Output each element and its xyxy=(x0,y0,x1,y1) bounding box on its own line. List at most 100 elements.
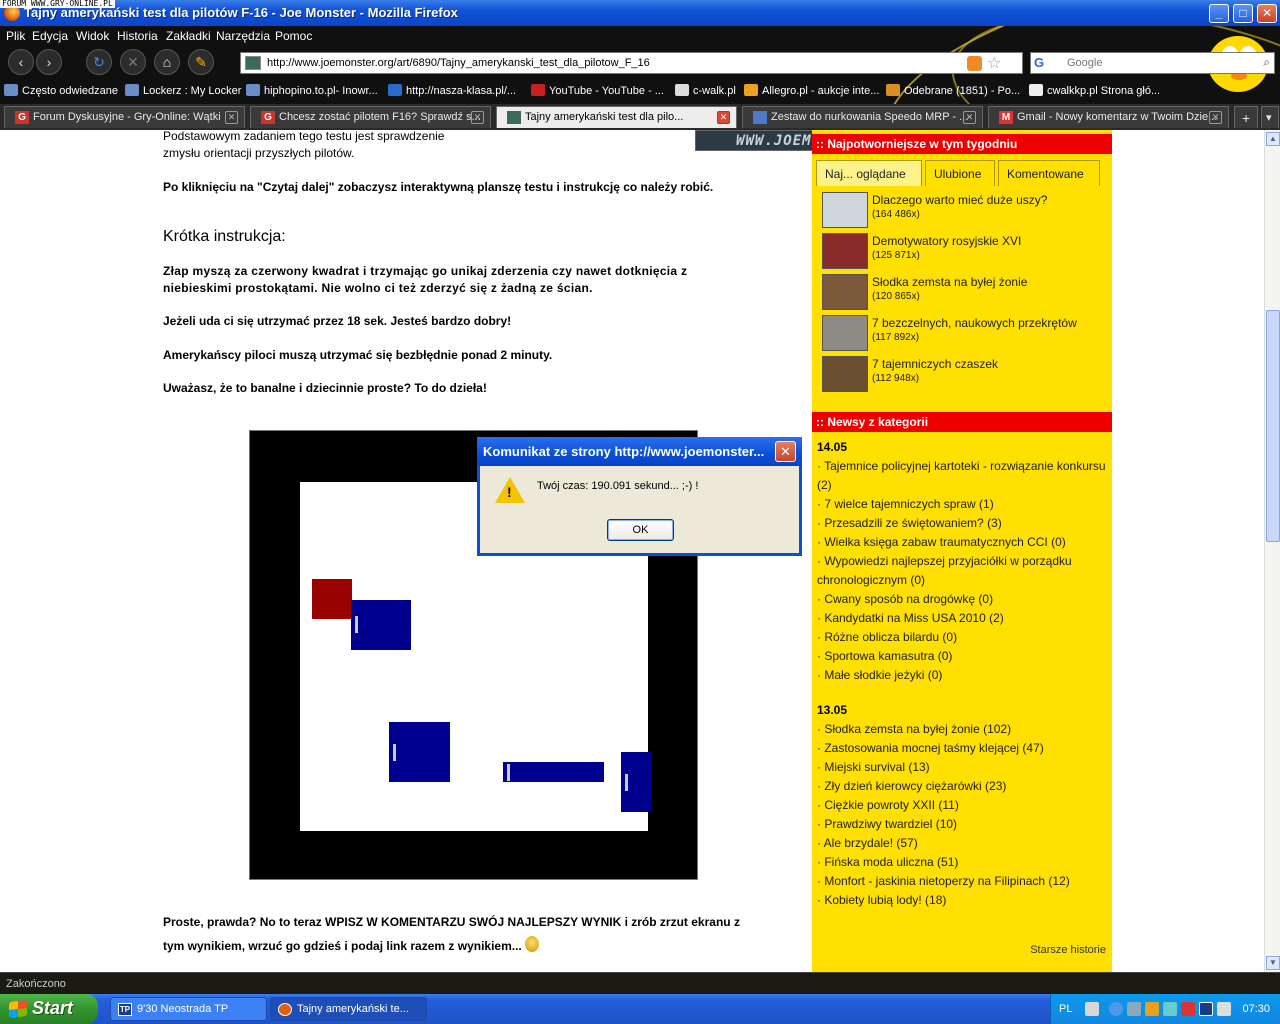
url-input[interactable] xyxy=(267,55,957,71)
article-thumbnail[interactable] xyxy=(822,192,868,228)
chevron-left-icon[interactable] xyxy=(1109,1002,1123,1016)
start-button[interactable]: Start xyxy=(0,994,98,1024)
news-link[interactable]: · Cwany sposób na drogówkę (0) xyxy=(817,590,1107,609)
back-arrow-icon[interactable]: ‹ xyxy=(8,49,34,75)
popular-title[interactable]: 7 bezczelnych, naukowych przekrętów xyxy=(872,316,1077,330)
shield-icon[interactable] xyxy=(1181,1002,1195,1016)
news-link[interactable]: · Miejski survival (13) xyxy=(817,758,1107,777)
close-window-button[interactable]: ✕ xyxy=(1257,4,1277,23)
popular-item[interactable]: Dlaczego warto mieć duże uszy? (164 486x… xyxy=(822,192,1108,230)
menu-history[interactable]: Historia xyxy=(117,29,158,43)
taskbar-item-neostrada[interactable]: TP 9'30 Neostrada TP xyxy=(110,997,267,1021)
dialog-close-icon[interactable]: ✕ xyxy=(775,441,796,462)
language-indicator[interactable]: PL xyxy=(1059,1003,1072,1015)
article-thumbnail[interactable] xyxy=(822,315,868,351)
minimize-button[interactable]: _ xyxy=(1209,4,1229,23)
close-tab-icon[interactable]: ✕ xyxy=(963,111,976,124)
tab-gry-online-forum[interactable]: G Forum Dyskusyjne - Gry-Online: Wątki ✕ xyxy=(4,106,245,128)
new-tab-button[interactable]: + xyxy=(1234,106,1258,128)
news-link[interactable]: · Zły dzień kierowcy ciężarówki (23) xyxy=(817,777,1107,796)
tab-speedo[interactable]: Zestaw do nurkowania Speedo MRP - ... ✕ xyxy=(742,106,983,128)
popular-item[interactable]: 7 tajemniczych czaszek (112 948x) xyxy=(822,356,1108,394)
vertical-scrollbar[interactable]: ▲ ▼ xyxy=(1264,130,1280,972)
tab-most-viewed[interactable]: Naj... oglądane xyxy=(816,160,922,186)
article-thumbnail[interactable] xyxy=(822,356,868,392)
news-link[interactable]: · Kobiety lubią lody! (18) xyxy=(817,891,1107,910)
tab-gmail[interactable]: M Gmail - Nowy komentarz w Twoim Dzie...… xyxy=(988,106,1229,128)
home-icon[interactable]: ⌂ xyxy=(154,49,180,75)
news-link[interactable]: · Kandydatki na Miss USA 2010 (2) xyxy=(817,609,1107,628)
popular-item[interactable]: Słodka zemsta na byłej żonie (120 865x) xyxy=(822,274,1108,312)
popular-item[interactable]: Demotywatory rosyjskie XVI (125 871x) xyxy=(822,233,1108,271)
article-thumbnail[interactable] xyxy=(822,274,868,310)
close-tab-icon[interactable]: ✕ xyxy=(1209,111,1222,124)
popular-title[interactable]: Demotywatory rosyjskie XVI xyxy=(872,234,1021,248)
maximize-button[interactable]: □ xyxy=(1233,4,1253,23)
google-engine-icon[interactable]: G xyxy=(1034,55,1052,71)
tab-favorites[interactable]: Ulubione xyxy=(925,160,995,186)
bookmark-item[interactable]: c-walk.pl xyxy=(675,84,736,97)
menu-file[interactable]: Plik xyxy=(6,29,25,43)
close-tab-icon[interactable]: ✕ xyxy=(471,111,484,124)
rss-feed-icon[interactable] xyxy=(967,56,982,71)
scroll-down-arrow-icon[interactable]: ▼ xyxy=(1266,956,1280,970)
pencil-icon[interactable]: ✎ xyxy=(188,49,214,75)
tab-list-button[interactable]: ▾ xyxy=(1261,106,1279,128)
address-bar[interactable]: ☆ xyxy=(240,52,1023,74)
stop-icon[interactable]: ✕ xyxy=(120,49,146,75)
article-thumbnail[interactable] xyxy=(822,233,868,269)
popular-item[interactable]: 7 bezczelnych, naukowych przekrętów (117… xyxy=(822,315,1108,353)
news-link[interactable]: · Sportowa kamasutra (0) xyxy=(817,647,1107,666)
news-link[interactable]: · 7 wielce tajemniczych spraw (1) xyxy=(817,495,1107,514)
tab-f16-pilot[interactable]: G Chcesz zostać pilotem F16? Sprawdź s..… xyxy=(250,106,491,128)
search-input[interactable] xyxy=(1067,55,1257,71)
bookmark-item[interactable]: hiphopino.to.pl- Inowr... xyxy=(246,84,378,97)
scroll-up-arrow-icon[interactable]: ▲ xyxy=(1266,132,1280,146)
news-link[interactable]: · Tajemnice policyjnej kartoteki - rozwi… xyxy=(817,457,1107,495)
menu-bookmarks[interactable]: Zakładki xyxy=(166,29,211,43)
search-icon[interactable]: ⌕ xyxy=(1263,55,1270,70)
bookmark-item[interactable]: Często odwiedzane xyxy=(4,84,118,97)
news-link[interactable]: · Przesadzili ze świętowaniem? (3) xyxy=(817,514,1107,533)
reload-icon[interactable]: ↻ xyxy=(86,49,112,75)
news-link[interactable]: · Ale brzydale! (57) xyxy=(817,834,1107,853)
bookmark-star-icon[interactable]: ☆ xyxy=(987,53,1001,73)
taskbar-item-firefox[interactable]: Tajny amerykański te... xyxy=(270,997,427,1021)
news-link[interactable]: · Różne oblicza bilardu (0) xyxy=(817,628,1107,647)
popular-title[interactable]: Dlaczego warto mieć duże uszy? xyxy=(872,193,1047,207)
bookmark-item[interactable]: Lockerz : My Locker xyxy=(125,84,241,97)
menu-edit[interactable]: Edycja xyxy=(32,29,68,43)
close-tab-icon[interactable]: ✕ xyxy=(717,111,730,124)
bookmark-item[interactable]: http://nasza-klasa.pl/... xyxy=(388,84,516,97)
bookmark-item[interactable]: YouTube - YouTube - ... xyxy=(531,84,664,97)
bookmark-item[interactable]: Allegro.pl - aukcje inte... xyxy=(744,84,879,97)
menu-help[interactable]: Pomoc xyxy=(275,29,312,43)
news-link[interactable]: · Zastosowania mocnej taśmy klejącej (47… xyxy=(817,739,1107,758)
window-titlebar[interactable]: Tajny amerykański test dla pilotów F-16 … xyxy=(0,0,1280,26)
forward-arrow-icon[interactable]: › xyxy=(36,49,62,75)
older-stories-link[interactable]: Starsze historie xyxy=(1030,944,1106,956)
menu-view[interactable]: Widok xyxy=(76,29,109,43)
close-tab-icon[interactable]: ✕ xyxy=(225,111,238,124)
tab-joemonster-active[interactable]: Tajny amerykański test dla pilo... ✕ xyxy=(496,106,737,128)
scrollbar-thumb[interactable] xyxy=(1266,310,1280,542)
news-link[interactable]: · Fińska moda uliczna (51) xyxy=(817,853,1107,872)
ok-button[interactable]: OK xyxy=(607,519,674,541)
menu-tools[interactable]: Narzędzia xyxy=(216,29,270,43)
tray-app-icon[interactable] xyxy=(1145,1002,1159,1016)
bookmark-item[interactable]: Odebrane (1851) - Po... xyxy=(886,84,1020,97)
news-link[interactable]: · Wypowiedzi najlepszej przyjaciółki w p… xyxy=(817,552,1107,590)
tab-commented[interactable]: Komentowane xyxy=(998,160,1100,186)
news-link[interactable]: · Małe słodkie jeżyki (0) xyxy=(817,666,1107,685)
news-link[interactable]: · Monfort - jaskinia nietoperzy na Filip… xyxy=(817,872,1107,891)
tp-icon[interactable] xyxy=(1199,1002,1213,1016)
keyboard-icon[interactable] xyxy=(1085,1002,1099,1016)
popular-title[interactable]: 7 tajemniczych czaszek xyxy=(872,357,998,371)
news-link[interactable]: · Wielka księga zabaw traumatycznych CCI… xyxy=(817,533,1107,552)
popular-title[interactable]: Słodka zemsta na byłej żonie xyxy=(872,275,1027,289)
news-link[interactable]: · Ciężkie powroty XXII (11) xyxy=(817,796,1107,815)
news-link[interactable]: · Prawdziwy twardziel (10) xyxy=(817,815,1107,834)
search-bar[interactable]: G ⌕ xyxy=(1030,52,1275,74)
network-icon[interactable] xyxy=(1127,1002,1141,1016)
bookmark-item[interactable]: cwalkkp.pl Strona głó... xyxy=(1029,84,1160,97)
